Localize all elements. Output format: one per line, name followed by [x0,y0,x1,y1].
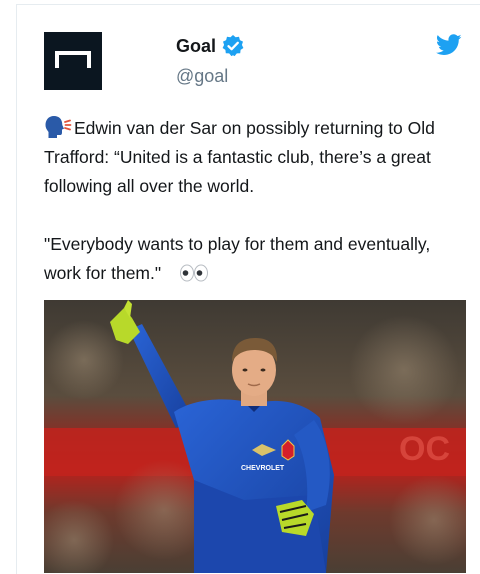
goal-logo-icon [44,32,102,90]
tweet-paragraph-1: Edwin van der Sar on possibly returning … [44,114,454,201]
tweet-media-photo[interactable]: OC CHEVROLET [44,300,466,573]
author-display-name[interactable]: Goal [176,36,216,57]
tweet-quote-text: "Everybody wants to play for them and ev… [44,234,431,283]
tweet-text: Edwin van der Sar on possibly returning … [44,114,454,288]
verified-badge-icon [222,35,244,57]
eyes-icon [180,264,209,282]
author-avatar[interactable] [44,32,102,90]
twitter-bird-icon[interactable] [436,34,462,56]
speaking-head-icon [45,116,72,138]
tweet-paragraph-2: "Everybody wants to play for them and ev… [44,230,454,288]
svg-text:OC: OC [399,430,450,468]
photo-goalkeeper: OC CHEVROLET [44,300,466,573]
kit-sponsor-text: CHEVROLET [241,465,285,472]
tweet-paragraph-1-text: Edwin van der Sar on possibly returning … [44,118,435,196]
author-handle[interactable]: @goal [176,66,228,87]
